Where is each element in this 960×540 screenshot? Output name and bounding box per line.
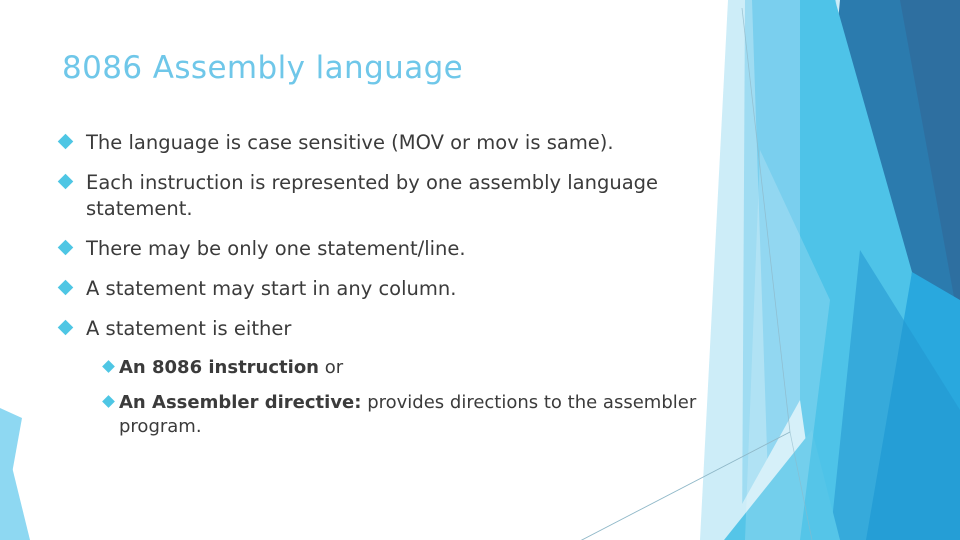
sub-bullet-item: An 8086 instruction or xyxy=(60,356,730,380)
art-shape-sky-panel xyxy=(752,0,905,540)
diamond-bullet-icon xyxy=(102,395,115,409)
slide-title: 8086 Assembly language xyxy=(62,50,464,86)
diamond-bullet-icon xyxy=(102,359,115,373)
bullet-item: Each instruction is represented by one a… xyxy=(57,170,730,222)
art-shape-azure-sweep xyxy=(830,250,960,540)
art-shape-steel-band xyxy=(820,0,960,420)
sub-bullet-item: An Assembler directive: provides directi… xyxy=(60,391,730,439)
diamond-bullet-icon xyxy=(57,319,74,335)
sub-bullet-text: An Assembler directive: provides directi… xyxy=(119,391,730,439)
diamond-bullet-icon xyxy=(57,133,74,150)
bullet-text: There may be only one statement/line. xyxy=(86,236,466,260)
hairline-diagonal-upper xyxy=(741,7,791,433)
sub-bullet-plain-text: or xyxy=(319,356,344,378)
art-shape-bottom-pale-triangle xyxy=(722,400,820,540)
bullet-text: A statement is either xyxy=(86,316,292,340)
bullet-text: A statement may start in any column. xyxy=(86,276,457,300)
art-shape-cyan-band xyxy=(800,0,912,540)
art-shape-dark-far-right xyxy=(900,0,960,300)
sub-bullet-bold-text: An Assembler directive: xyxy=(119,392,362,414)
art-shape-azure-lower-right xyxy=(866,272,960,540)
art-shape-left-corner-triangle xyxy=(0,408,22,540)
hairline-diagonal-lower xyxy=(789,431,813,540)
art-shape-light-blue-band xyxy=(742,0,880,540)
bullet-item: A statement is either xyxy=(57,316,730,342)
diamond-bullet-icon xyxy=(57,173,74,190)
diamond-bullet-icon xyxy=(57,279,74,295)
sub-bullet-text: An 8086 instruction or xyxy=(119,356,343,380)
bullet-item: A statement may start in any column. xyxy=(57,276,730,302)
slide-body-list: The language is case sensitive (MOV or m… xyxy=(57,130,730,451)
slide-canvas: 8086 Assembly language The language is c… xyxy=(0,0,960,540)
art-shape-left-corner-triangle-2 xyxy=(0,418,30,540)
art-shape-overlay-highlight xyxy=(745,150,830,540)
bullet-item: There may be only one statement/line. xyxy=(57,236,730,262)
diamond-bullet-icon xyxy=(57,239,74,256)
bullet-text: Each instruction is represented by one a… xyxy=(86,170,659,220)
bullet-text: The language is case sensitive (MOV or m… xyxy=(86,131,614,154)
sub-bullet-bold-text: An 8086 instruction xyxy=(119,356,319,378)
bullet-item: The language is case sensitive (MOV or m… xyxy=(57,130,730,156)
art-shape-bottom-cyan-triangle xyxy=(724,430,840,540)
art-shape-deep-blue-wedge xyxy=(838,0,960,370)
